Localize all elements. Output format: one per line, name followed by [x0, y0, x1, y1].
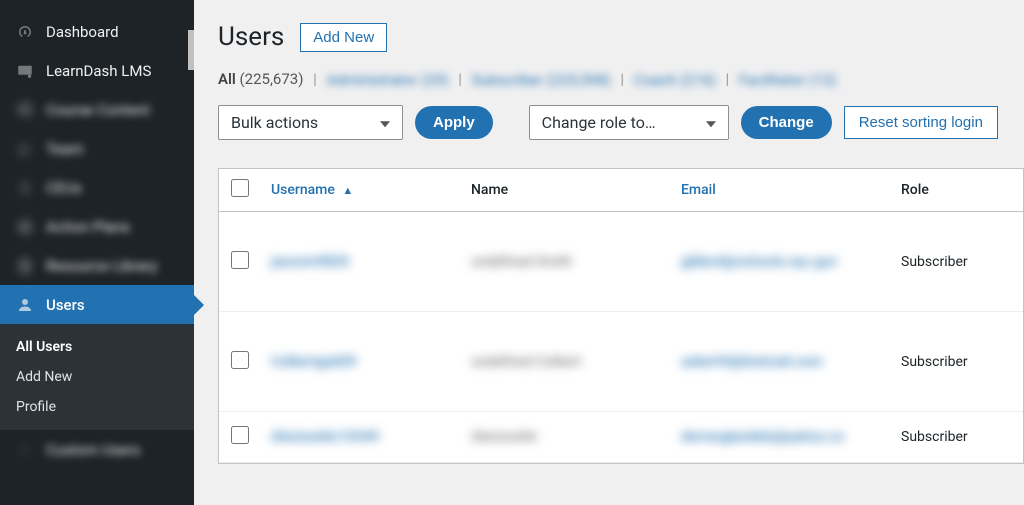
- change-role-select[interactable]: Change role to…: [529, 105, 729, 140]
- sidebar-item-label: Action Plans: [46, 218, 130, 236]
- sidebar-item-label: Team: [46, 140, 84, 158]
- row-checkbox[interactable]: [231, 426, 249, 444]
- sidebar-item-resource-library[interactable]: Resource Library: [0, 246, 194, 285]
- table-header-row: Username ▲ Name Email Role: [219, 169, 1023, 212]
- column-header-name[interactable]: Name: [471, 182, 681, 198]
- sidebar-item-trailing[interactable]: Custom Users: [0, 430, 194, 469]
- apply-button[interactable]: Apply: [415, 106, 493, 139]
- sidebar-item-dashboard[interactable]: Dashboard: [0, 12, 194, 51]
- row-email[interactable]: asker94@hotmail.com: [681, 354, 822, 370]
- people-icon: [14, 139, 36, 158]
- filter-separator: |: [620, 70, 624, 88]
- change-button[interactable]: Change: [741, 106, 832, 139]
- row-role: Subscriber: [901, 254, 968, 270]
- row-checkbox[interactable]: [231, 351, 249, 369]
- sidebar-item-label: Custom Users: [46, 441, 140, 459]
- row-username[interactable]: Alexiswiler10349: [271, 429, 379, 445]
- column-header-username[interactable]: Username ▲: [271, 182, 471, 198]
- column-header-role[interactable]: Role: [901, 182, 1011, 198]
- sidebar-item-label: Resource Library: [46, 257, 158, 275]
- sidebar-item-label: CEUs: [46, 179, 82, 197]
- toolbar: Bulk actions Apply Change role to… Chang…: [218, 105, 1024, 140]
- sidebar-item-users[interactable]: Users: [0, 285, 194, 324]
- sidebar-item-ceus[interactable]: CEUs: [0, 168, 194, 207]
- bulk-actions-select[interactable]: Bulk actions: [218, 105, 403, 140]
- row-username[interactable]: jasonm9820: [271, 254, 349, 270]
- filter-link-subscriber[interactable]: Subscriber (225,598): [472, 71, 611, 89]
- sidebar-item-label: LearnDash LMS: [46, 62, 151, 80]
- row-checkbox[interactable]: [231, 251, 249, 269]
- filter-row: All (225,673) | Administrator (29) | Sub…: [218, 70, 1024, 89]
- table-row: jasonm9820 undefined Smith gibbs4@school…: [219, 212, 1023, 312]
- reset-sorting-login-button[interactable]: Reset sorting login: [844, 106, 998, 139]
- row-email[interactable]: derrenglandele@yahoo.co: [681, 429, 844, 445]
- column-header-email[interactable]: Email: [681, 182, 901, 198]
- row-email[interactable]: gibbs4@schools.nyc.gov: [681, 254, 837, 270]
- add-new-button[interactable]: Add New: [300, 23, 387, 52]
- row-role: Subscriber: [901, 354, 968, 370]
- submenu-item-add-new[interactable]: Add New: [0, 362, 194, 392]
- sidebar-item-learndash[interactable]: LearnDash LMS: [0, 51, 194, 90]
- submenu-item-all-users[interactable]: All Users: [0, 332, 194, 362]
- table-row: Colbertga609 undefined Colbert asker94@h…: [219, 312, 1023, 412]
- sidebar-item-label: Course Content: [46, 101, 150, 119]
- gauge-icon: [14, 22, 36, 41]
- submenu-item-profile[interactable]: Profile: [0, 392, 194, 422]
- row-name: undefined Colbert: [471, 354, 582, 370]
- doc-icon: [14, 256, 36, 275]
- sidebar-item-action-plans[interactable]: Action Plans: [0, 207, 194, 246]
- award-icon: [14, 178, 36, 197]
- sidebar-item-course-content[interactable]: Course Content: [0, 90, 194, 129]
- sidebar-scrollbar[interactable]: [188, 0, 194, 505]
- row-name: Alexiswiler: [471, 429, 538, 445]
- sidebar-item-label: Users: [46, 296, 85, 314]
- book-icon: [14, 100, 36, 119]
- users-table: Username ▲ Name Email Role jasonm9820 un…: [218, 168, 1024, 464]
- learndash-icon: [14, 61, 36, 80]
- map-icon: [14, 217, 36, 236]
- sidebar-item-label: Dashboard: [46, 23, 119, 41]
- sidebar-item-team[interactable]: Team: [0, 129, 194, 168]
- main-content: Users Add New All (225,673) | Administra…: [194, 0, 1024, 505]
- select-all-checkbox[interactable]: [231, 179, 249, 197]
- gear-icon: [14, 440, 36, 459]
- filter-all[interactable]: All: [218, 70, 236, 88]
- filter-separator: |: [725, 70, 729, 88]
- sidebar: Dashboard LearnDash LMS Course Content T…: [0, 0, 194, 505]
- sort-ascending-icon: ▲: [342, 184, 353, 197]
- filter-separator: |: [313, 70, 317, 88]
- filter-all-count: (225,673): [240, 70, 304, 88]
- row-role: Subscriber: [901, 429, 968, 445]
- table-row: Alexiswiler10349 Alexiswiler derrengland…: [219, 412, 1023, 463]
- page-title: Users: [218, 22, 284, 52]
- filter-link-facilitator[interactable]: Facilitator (12): [739, 71, 836, 89]
- row-name: undefined Smith: [471, 254, 572, 270]
- filter-separator: |: [458, 70, 462, 88]
- filter-link-admin[interactable]: Administrator (29): [327, 71, 449, 89]
- column-header-label: Username: [271, 182, 335, 198]
- sidebar-submenu: All Users Add New Profile: [0, 324, 194, 430]
- select-all-cell: [231, 179, 271, 201]
- user-icon: [14, 295, 36, 314]
- page-header: Users Add New: [218, 22, 1024, 52]
- filter-link-coach[interactable]: Coach (216): [634, 71, 716, 89]
- row-username[interactable]: Colbertga609: [271, 354, 356, 370]
